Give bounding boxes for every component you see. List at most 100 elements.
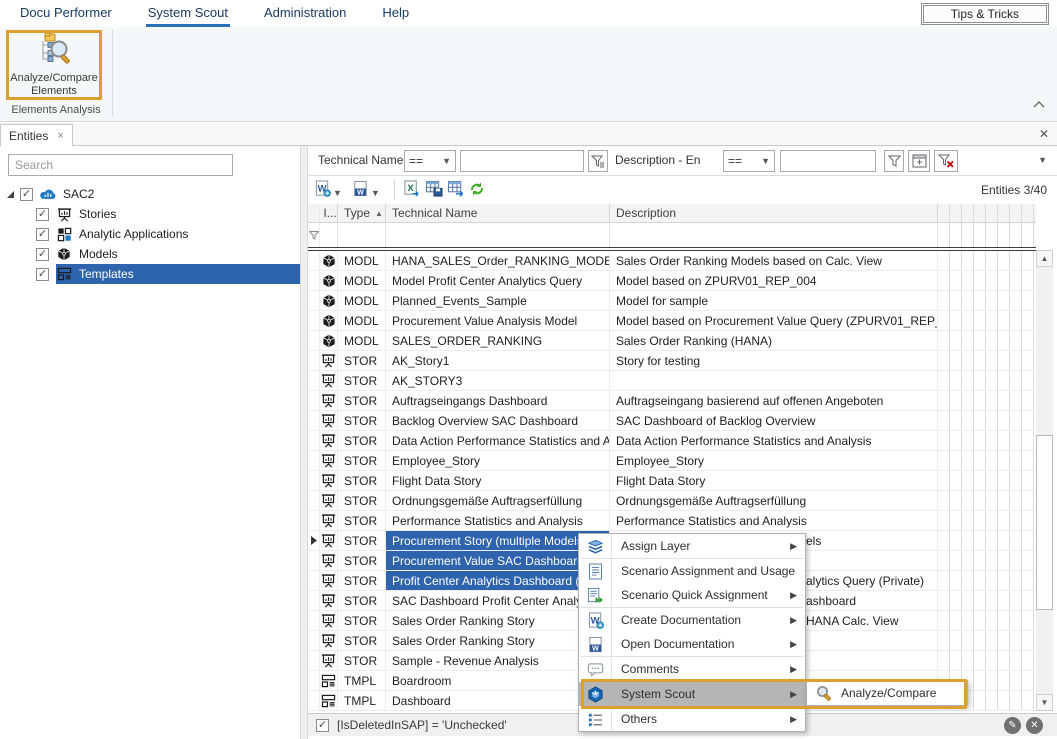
row-technical-name[interactable]: SALES_ORDER_RANKING [386, 331, 610, 350]
checkbox-models[interactable]: ✓ [36, 248, 49, 261]
filter-field2-funnel-button[interactable] [884, 150, 904, 172]
menu-item-create-documentation[interactable]: WCreate Documentation▶ [579, 608, 805, 632]
analyze-compare-elements-button[interactable]: Analyze/Compare Elements [6, 30, 102, 100]
checkbox-stories[interactable]: ✓ [36, 208, 49, 221]
filter-row-cell[interactable] [610, 223, 938, 247]
sidebar-item-models[interactable]: ✓Models [0, 244, 300, 264]
checkbox-analytic-applications[interactable]: ✓ [36, 228, 49, 241]
row-technical-name[interactable]: Auftragseingangs Dashboard [386, 391, 610, 410]
menu-item-scenario-assignment-and-usage[interactable]: Scenario Assignment and Usage [579, 559, 805, 583]
chevron-down-icon[interactable]: ▼ [333, 188, 342, 198]
table-row[interactable]: STORAK_Story1Story for testing [308, 351, 1036, 371]
vertical-scrollbar[interactable]: ▲ ▼ [1036, 250, 1053, 711]
filter-row-cell[interactable] [338, 223, 386, 247]
row-technical-name[interactable]: Procurement Value SAC Dashboard [386, 551, 610, 570]
checkbox-sac2[interactable]: ✓ [20, 188, 33, 201]
row-technical-name[interactable]: Dashboard [386, 691, 610, 710]
column-header-description[interactable]: Description [610, 204, 938, 222]
tab-close-icon[interactable]: × [57, 130, 63, 142]
table-row[interactable]: MODLSALES_ORDER_RANKINGSales Order Ranki… [308, 331, 1036, 351]
export-excel-button[interactable]: X [403, 180, 421, 200]
sidebar-item-stories[interactable]: ✓Stories [0, 204, 300, 224]
menu-item-analyze-compare[interactable]: Analyze/Compare [841, 686, 936, 700]
tips-tricks-button[interactable]: Tips & Tricks [921, 3, 1049, 25]
search-input[interactable] [8, 154, 233, 176]
row-technical-name[interactable]: Procurement Story (multiple Models) [386, 531, 610, 550]
row-technical-name[interactable]: Procurement Value Analysis Model [386, 311, 610, 330]
column-header-type[interactable]: Type▲ [338, 204, 386, 222]
table-row[interactable]: MODLModel Profit Center Analytics QueryM… [308, 271, 1036, 291]
row-technical-name[interactable]: Profit Center Analytics Dashboard (Priv [386, 571, 610, 590]
table-row[interactable]: STOROrdnungsgemäße AuftragserfüllungOrdn… [308, 491, 1036, 511]
scroll-down-icon[interactable]: ▼ [1036, 694, 1053, 711]
table-row[interactable]: STORAuftragseingangs DashboardAuftragsei… [308, 391, 1036, 411]
row-technical-name[interactable]: SAC Dashboard Profit Center Analytics [386, 591, 610, 610]
row-technical-name[interactable]: Backlog Overview SAC Dashboard [386, 411, 610, 430]
sidebar-item-sac2[interactable]: ✓SAC2 [0, 184, 300, 204]
row-technical-name[interactable]: AK_Story1 [386, 351, 610, 370]
save-grid-layout-button[interactable] [425, 180, 443, 200]
refresh-button[interactable] [469, 181, 485, 200]
table-row[interactable]: STORPerformance Statistics and AnalysisP… [308, 511, 1036, 531]
filter-row-cell[interactable] [386, 223, 610, 247]
row-technical-name[interactable]: Boardroom [386, 671, 610, 690]
row-technical-name[interactable]: Model Profit Center Analytics Query [386, 271, 610, 290]
filter-enabled-checkbox[interactable]: ✓ [316, 719, 329, 732]
table-row[interactable]: STORBacklog Overview SAC DashboardSAC Da… [308, 411, 1036, 431]
menu-item-comments[interactable]: Comments▶ [579, 657, 805, 681]
row-technical-name[interactable]: Planned_Events_Sample [386, 291, 610, 310]
sidebar-item-templates[interactable]: ✓Templates [0, 264, 300, 284]
table-row[interactable]: STOREmployee_StoryEmployee_Story [308, 451, 1036, 471]
table-row[interactable]: STORFlight Data StoryFlight Data Story [308, 471, 1036, 491]
ribbon-tab-help[interactable]: Help [380, 0, 411, 27]
row-technical-name[interactable]: Performance Statistics and Analysis [386, 511, 610, 530]
row-technical-name[interactable]: Flight Data Story [386, 471, 610, 490]
ribbon-tab-docu-performer[interactable]: Docu Performer [18, 0, 114, 27]
table-row[interactable]: MODLProcurement Value Analysis ModelMode… [308, 311, 1036, 331]
table-row[interactable]: STORData Action Performance Statistics a… [308, 431, 1036, 451]
menu-item-assign-layer[interactable]: Assign Layer▶ [579, 534, 805, 558]
export-grid-button[interactable] [447, 180, 465, 200]
clear-filter-button[interactable] [934, 150, 958, 172]
row-technical-name[interactable]: Sales Order Ranking Story [386, 631, 610, 650]
row-technical-name[interactable]: Employee_Story [386, 451, 610, 470]
menu-item-open-documentation[interactable]: WOpen Documentation▶ [579, 632, 805, 656]
sidebar-item-analytic-applications[interactable]: ✓Analytic Applications [0, 224, 300, 244]
row-technical-name[interactable]: Ordnungsgemäße Auftragserfüllung [386, 491, 610, 510]
ribbon-tab-system-scout[interactable]: System Scout [146, 0, 230, 27]
menu-item-system-scout[interactable]: System Scout▶ [579, 682, 805, 706]
checkbox-templates[interactable]: ✓ [36, 268, 49, 281]
table-row[interactable]: MODLHANA_SALES_Order_RANKING_MODELSales … [308, 251, 1036, 271]
row-technical-name[interactable]: Sales Order Ranking Story [386, 611, 610, 630]
menu-item-scenario-quick-assignment[interactable]: Scenario Quick Assignment▶ [579, 583, 805, 607]
filter-field1-input[interactable] [460, 150, 584, 172]
table-row[interactable]: MODLPlanned_Events_SampleModel for sampl… [308, 291, 1036, 311]
filter-field1-funnel-button[interactable] [588, 150, 608, 172]
filter-editor-button[interactable] [908, 150, 930, 172]
chevron-down-icon[interactable]: ▼ [371, 188, 380, 198]
splitter[interactable] [300, 146, 308, 739]
column-header-icon[interactable]: I... [320, 204, 338, 222]
edit-filter-icon[interactable]: ✎ [1004, 717, 1021, 734]
ribbon-tab-administration[interactable]: Administration [262, 0, 348, 27]
row-technical-name[interactable]: Data Action Performance Statistics and A… [386, 431, 610, 450]
filter-bar-dropdown-icon[interactable]: ▼ [1038, 155, 1047, 165]
filter-field2-operator-select[interactable]: ==▼ [723, 150, 775, 172]
filter-field1-operator-select[interactable]: ==▼ [404, 150, 456, 172]
panel-close-icon[interactable]: ✕ [1039, 127, 1049, 141]
close-filter-icon[interactable]: ✕ [1026, 717, 1043, 734]
row-technical-name[interactable]: AK_STORY3 [386, 371, 610, 390]
row-technical-name[interactable]: Sample - Revenue Analysis [386, 651, 610, 670]
menu-item-others[interactable]: Others▶ [579, 707, 805, 731]
tab-entities[interactable]: Entities × [0, 124, 73, 147]
column-header-technical-name[interactable]: Technical Name [386, 204, 610, 222]
create-word-documentation-button[interactable]: W▼ [314, 180, 348, 200]
tree-expander-icon[interactable] [6, 190, 18, 199]
filter-row-cell[interactable] [320, 223, 338, 247]
table-row[interactable]: STORAK_STORY3 [308, 371, 1036, 391]
open-word-documentation-button[interactable]: W▼ [352, 180, 386, 200]
filter-field2-input[interactable] [780, 150, 876, 172]
row-technical-name[interactable]: HANA_SALES_Order_RANKING_MODEL [386, 251, 610, 270]
ribbon-collapse-chevron-icon[interactable] [1033, 97, 1047, 109]
scroll-up-icon[interactable]: ▲ [1036, 250, 1053, 267]
